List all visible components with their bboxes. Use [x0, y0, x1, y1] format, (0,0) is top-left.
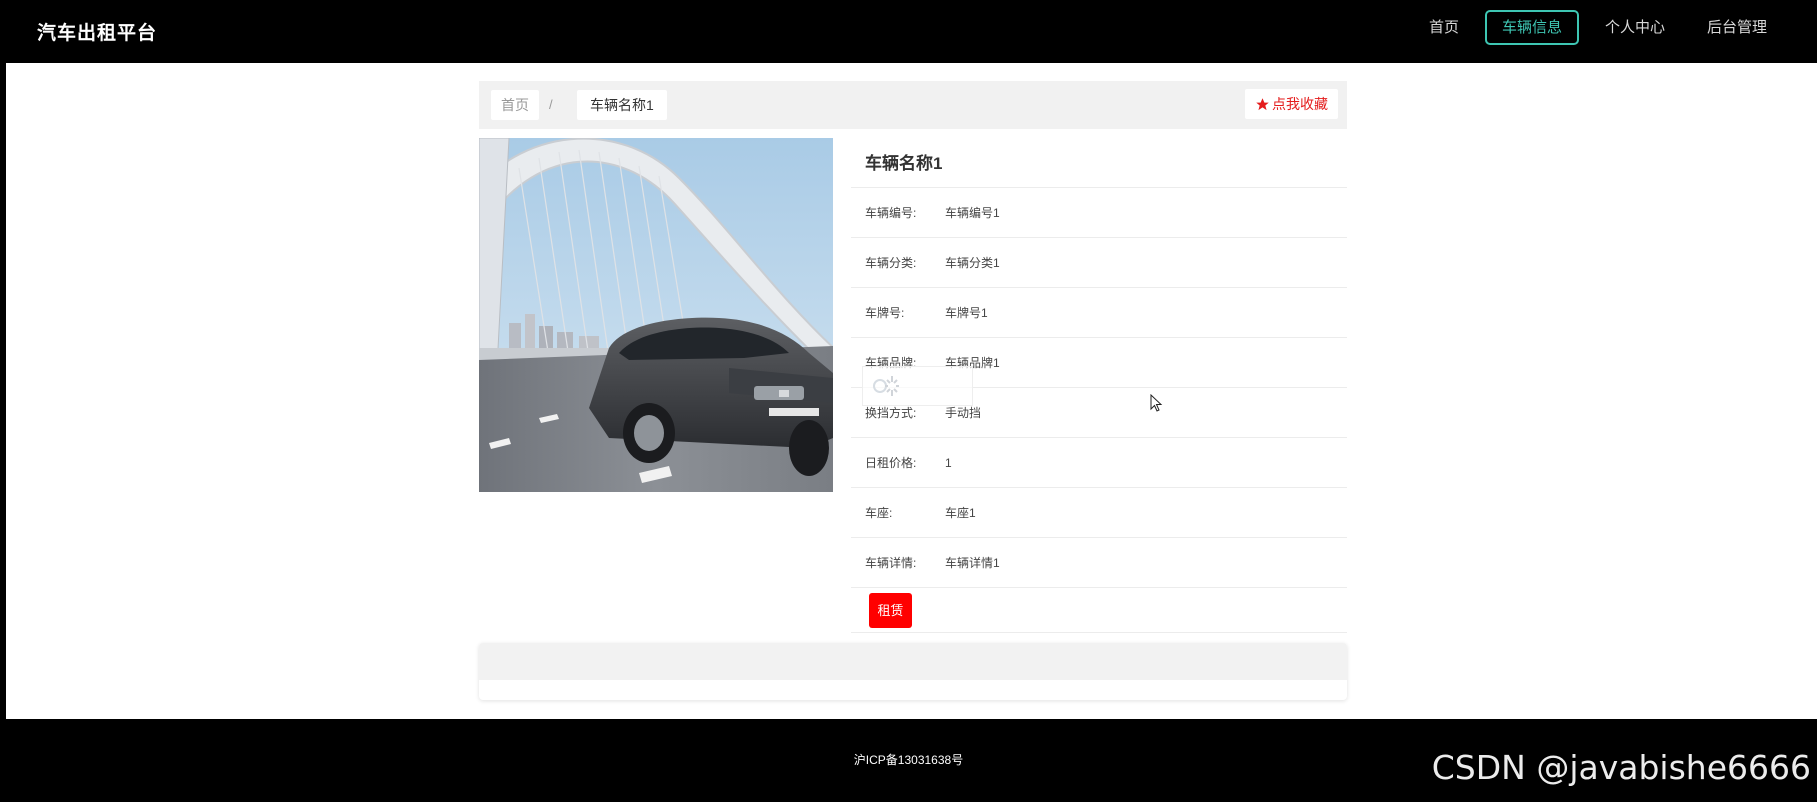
info-row: 车辆分类: 车辆分类1 — [851, 238, 1347, 288]
nav-admin[interactable]: 后台管理 — [1691, 10, 1783, 45]
info-value: 车辆分类1 — [945, 256, 1000, 270]
loading-spinner-icon — [873, 376, 899, 396]
csdn-watermark: CSDN @javabishe6666 — [1431, 748, 1811, 787]
comment-panel-header — [479, 643, 1347, 680]
nav-vehicle-info[interactable]: 车辆信息 — [1484, 10, 1579, 45]
info-label: 车辆分类: — [865, 256, 917, 270]
info-value: 手动挡 — [945, 406, 982, 420]
favorite-label: 点我收藏 — [1272, 96, 1328, 112]
main-content: 首页 / 车辆名称1 点我收藏 车辆名称1 车辆编号: 车辆编号1 车辆分类: … — [6, 63, 1817, 719]
site-brand[interactable]: 汽车出租平台 — [37, 18, 157, 45]
info-label: 换挡方式: — [865, 406, 917, 420]
info-row: 车牌号: 车牌号1 — [851, 288, 1347, 338]
loading-indicator — [862, 366, 973, 406]
vehicle-name: 车辆名称1 — [851, 138, 1347, 188]
breadcrumb-current: 车辆名称1 — [577, 90, 667, 120]
info-value: 车牌号1 — [945, 306, 988, 320]
info-row: 车座: 车座1 — [851, 488, 1347, 538]
info-value: 车辆编号1 — [945, 206, 1000, 220]
mouse-cursor-icon — [1150, 394, 1163, 412]
car-photo-image — [479, 138, 833, 492]
footer: 沪ICP备13031638号 CSDN @javabishe6666 — [0, 719, 1817, 802]
main-nav: 首页 车辆信息 个人中心 后台管理 — [1403, 10, 1783, 45]
info-value: 车座1 — [945, 506, 976, 520]
info-label: 车牌号: — [865, 306, 905, 320]
breadcrumb: 首页 / 车辆名称1 点我收藏 — [479, 81, 1347, 129]
comment-panel — [479, 643, 1347, 700]
info-value: 车辆详情1 — [945, 556, 1000, 570]
nav-home[interactable]: 首页 — [1413, 10, 1475, 45]
nav-personal-center[interactable]: 个人中心 — [1589, 10, 1681, 45]
info-row: 车辆编号: 车辆编号1 — [851, 188, 1347, 238]
favorite-button[interactable]: 点我收藏 — [1245, 89, 1338, 119]
info-row: 车辆详情: 车辆详情1 — [851, 538, 1347, 588]
top-navbar: 汽车出租平台 首页 车辆信息 个人中心 后台管理 — [0, 0, 1817, 63]
info-row: 日租价格: 1 — [851, 438, 1347, 488]
star-icon — [1256, 97, 1269, 110]
info-value: 1 — [945, 455, 952, 470]
action-row: 租赁 — [851, 588, 1347, 633]
info-label: 日租价格: — [865, 456, 917, 470]
breadcrumb-home[interactable]: 首页 — [491, 90, 539, 120]
info-label: 车辆编号: — [865, 206, 917, 220]
breadcrumb-separator: / — [549, 97, 553, 112]
car-photo — [479, 138, 833, 492]
rent-button[interactable]: 租赁 — [869, 592, 912, 628]
info-label: 车座: — [865, 506, 893, 520]
info-label: 车辆详情: — [865, 556, 917, 570]
